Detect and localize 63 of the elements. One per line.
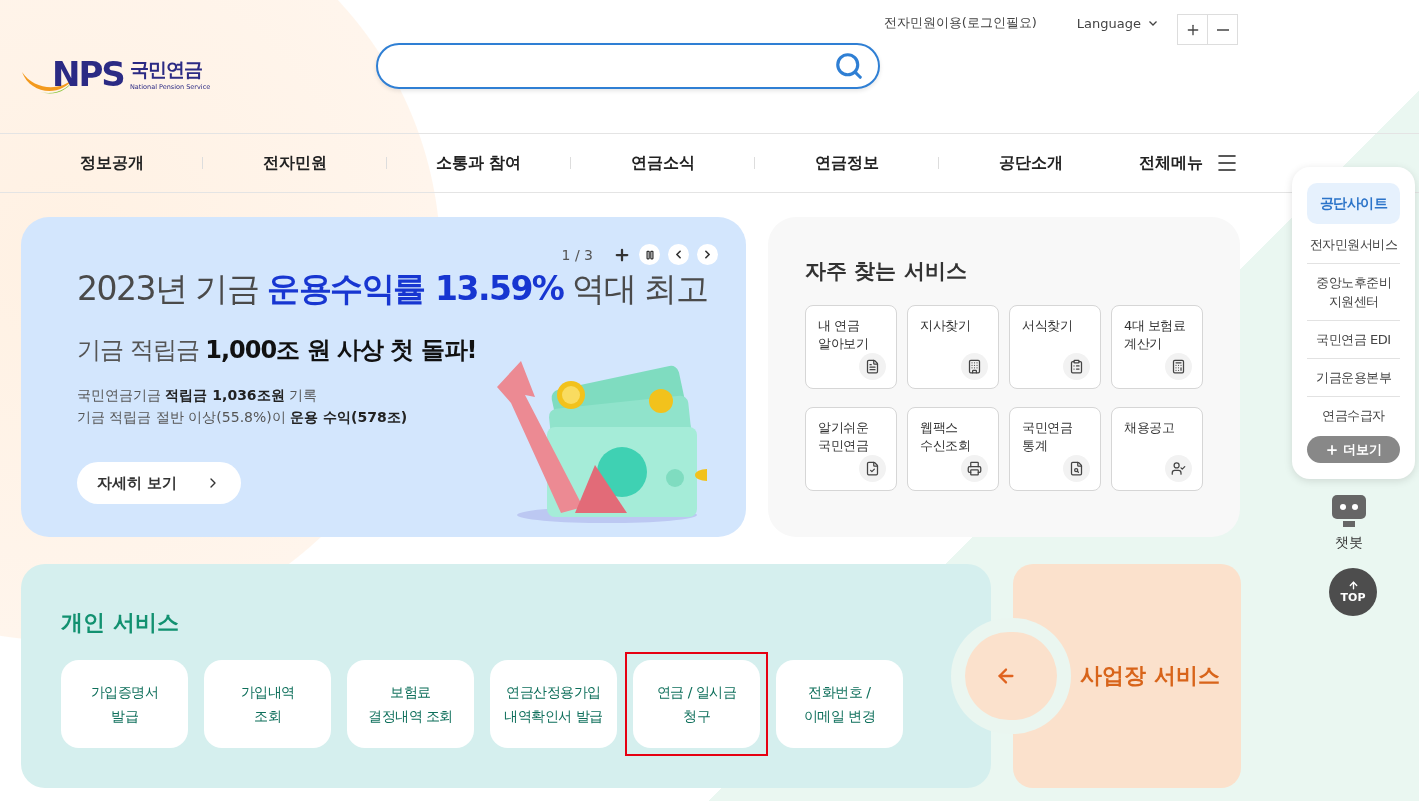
top-link[interactable]: 전자민원이용(로그인필요) bbox=[883, 14, 1037, 32]
nav-item[interactable]: 연금정보 bbox=[755, 152, 938, 174]
quick-link[interactable]: 전자민원서비스 bbox=[1307, 226, 1400, 264]
pause-icon bbox=[644, 249, 655, 260]
building-icon bbox=[961, 353, 988, 380]
service-button[interactable]: 연금산정용가입 내역확인서 발급 bbox=[490, 660, 617, 748]
section-title: 자주 찾는 서비스 bbox=[805, 258, 968, 285]
zoom-in-button[interactable] bbox=[1177, 14, 1208, 45]
service-tile[interactable]: 웹팩스 수신조회 bbox=[907, 407, 999, 491]
caret-icon bbox=[1149, 20, 1157, 26]
nav-item[interactable]: 전자민원 bbox=[203, 152, 386, 174]
previous-button[interactable] bbox=[668, 244, 689, 265]
service-button[interactable]: 연금 / 일시금 청구 bbox=[633, 660, 760, 748]
search-field[interactable] bbox=[376, 42, 880, 89]
service-tile[interactable]: 채용공고 bbox=[1111, 407, 1203, 491]
robot-icon bbox=[1331, 494, 1367, 528]
more-button[interactable]: 더보기 bbox=[1307, 436, 1400, 463]
quick-link[interactable]: 기금운용본부 bbox=[1307, 359, 1400, 397]
search-icon[interactable] bbox=[834, 50, 864, 81]
service-button[interactable]: 가입내역 조회 bbox=[204, 660, 331, 748]
pause-button[interactable] bbox=[639, 244, 660, 265]
slide-counter: 1 / 3 bbox=[561, 246, 593, 263]
arrow-up-icon bbox=[1347, 580, 1359, 591]
service-button[interactable]: 가입증명서 발급 bbox=[61, 660, 188, 748]
nav-item[interactable]: 정보공개 bbox=[22, 152, 202, 174]
service-button[interactable]: 전화번호 / 이메일 변경 bbox=[776, 660, 903, 748]
hero-subtitle: 기금 적립금 1,000조 원 사상 첫 돌파! bbox=[77, 335, 478, 366]
hero-text: 국민연금기금 적립금 1,036조원 기록 bbox=[77, 386, 319, 405]
user-check-icon bbox=[1165, 455, 1192, 482]
service-tile[interactable]: 지사찾기 bbox=[907, 305, 999, 389]
quick-link[interactable]: 중앙노후준비 지원센터 bbox=[1307, 264, 1400, 321]
clipboard-icon bbox=[1063, 353, 1090, 380]
logo-name[interactable]: 국민연금 bbox=[129, 56, 211, 83]
hero-text: 기금 적립금 절반 이상(55.8%)이 운용 수익(578조) bbox=[77, 408, 409, 427]
language-dropdown[interactable]: Language bbox=[1076, 15, 1157, 31]
plus-icon bbox=[1325, 442, 1339, 457]
logo-mark[interactable]: NPS bbox=[52, 53, 124, 94]
section-title: 개인 서비스 bbox=[61, 609, 180, 637]
next-button[interactable] bbox=[697, 244, 718, 265]
document-search-icon bbox=[1063, 455, 1090, 482]
nav-item[interactable]: 소통과 참여 bbox=[387, 152, 570, 174]
nav-item[interactable]: 연금소식 bbox=[571, 152, 754, 174]
service-tile[interactable]: 내 연금 알아보기 bbox=[805, 305, 897, 389]
service-tile[interactable]: 국민연금 통계 bbox=[1009, 407, 1101, 491]
document-icon bbox=[859, 353, 886, 380]
minus-icon bbox=[1216, 28, 1229, 31]
quick-link[interactable]: 연금수급자 bbox=[1307, 397, 1400, 434]
zoom-out-button[interactable] bbox=[1207, 14, 1238, 45]
service-button[interactable]: 보험료 결정내역 조회 bbox=[347, 660, 474, 748]
calculator-icon bbox=[1165, 353, 1192, 380]
document-check-icon bbox=[859, 455, 886, 482]
hero-title: 2023년 기금 운용수익률 13.59% 역대 최고 bbox=[77, 268, 709, 310]
all-menu-button[interactable]: 전체메뉴 bbox=[1139, 151, 1239, 175]
service-tile[interactable]: 4대 보험료 계산기 bbox=[1111, 305, 1203, 389]
printer-icon bbox=[961, 455, 988, 482]
chatbot-link[interactable]: 챗봇 bbox=[1331, 494, 1367, 552]
top-button[interactable]: TOP bbox=[1329, 568, 1377, 616]
nav-item[interactable]: 공단소개 bbox=[939, 152, 1122, 174]
details-button[interactable]: 자세히 보기 bbox=[77, 462, 241, 504]
service-tile[interactable]: 알기쉬운 국민연금 bbox=[805, 407, 897, 491]
quick-link[interactable]: 공단사이트 bbox=[1307, 183, 1400, 224]
quick-link[interactable]: 국민연금 EDI bbox=[1307, 321, 1400, 359]
service-tile[interactable]: 서식찾기 bbox=[1009, 305, 1101, 389]
